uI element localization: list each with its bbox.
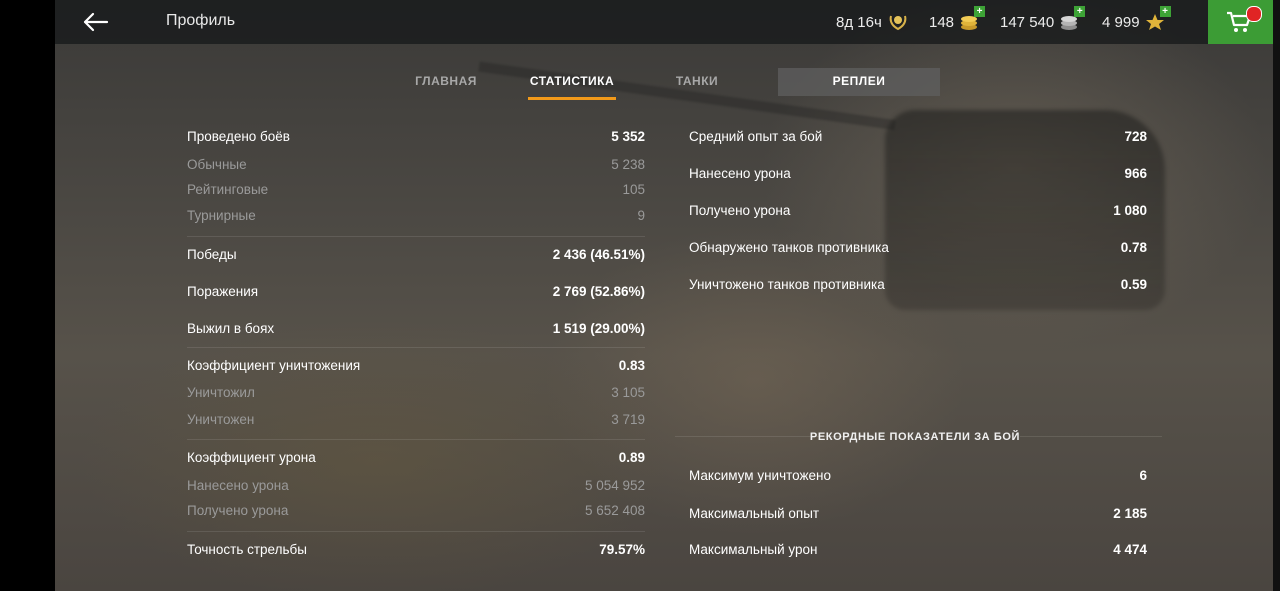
stat-label: Нанесено урона [187,478,289,493]
profile-screen: Профиль 8д 16ч 148 + 147 540 + 4 999 + Г… [55,0,1273,591]
stat-value: 5 054 952 [584,478,645,493]
tab-replays[interactable]: РЕПЛЕИ [778,68,940,96]
stat-value: 79.57% [599,542,645,557]
gold-coins-icon: + [959,6,986,32]
stat-value: 105 [622,182,645,197]
add-gold-plus-icon[interactable]: + [974,6,986,17]
tab-main[interactable]: ГЛАВНАЯ [407,68,485,96]
stat-value: 1 519 (29.00%) [552,321,645,336]
stat-label: Уничтожил [187,385,255,400]
stat-divider [187,531,645,532]
stat-value: 6 [1139,468,1147,483]
records-title: РЕКОРДНЫЕ ПОКАЗАТЕЛИ ЗА БОЙ [809,431,1021,443]
tab-statistics[interactable]: СТАТИСТИКА [528,68,616,100]
gold-balance[interactable]: 148 + [929,6,986,32]
credits-value: 147 540 [1000,13,1055,31]
stat-divider [187,236,645,237]
stat-label: Коэффициент уничтожения [187,358,361,373]
stat-label: Средний опыт за бой [689,129,823,144]
stat-label: Получено урона [187,503,289,518]
shop-button[interactable] [1208,0,1273,44]
stat-value: 0.78 [1120,240,1147,255]
stat-label: Максимум уничтожено [689,468,831,483]
stat-divider [187,347,645,348]
gift-badge-icon [1246,6,1262,22]
records-divider-left [675,436,850,437]
stat-label: Коэффициент урона [187,450,316,465]
stat-value: 966 [1124,166,1147,181]
stat-value: 5 652 408 [584,503,645,518]
left-black-bar [0,0,55,591]
gold-value: 148 [929,13,955,31]
right-edge-bar [1273,0,1280,591]
page-title: Профиль [166,12,236,29]
tab-tanks[interactable]: ТАНКИ [667,68,727,96]
stat-value: 3 105 [611,385,645,400]
stat-label: Поражения [187,284,259,299]
stat-label: Выжил в боях [187,321,275,336]
stat-label: Обычные [187,157,247,172]
stat-value: 1 080 [1113,203,1147,218]
stat-label: Уничтожено танков противника [689,277,885,292]
stat-label: Проведено боёв [187,129,290,144]
stat-label: Победы [187,247,237,262]
silver-coins-icon: + [1059,6,1086,32]
tab-active-underline [528,97,616,100]
free-xp-value: 4 999 [1102,13,1140,31]
stat-label: Рейтинговые [187,182,269,197]
stat-label: Максимальный урон [689,542,818,557]
stat-value: 3 719 [611,412,645,427]
stat-label: Точность стрельбы [187,542,307,557]
free-xp-balance[interactable]: 4 999 + [1102,6,1171,32]
stat-value: 2 769 (52.86%) [552,284,645,299]
stat-value: 4 474 [1113,542,1147,557]
premium-time[interactable]: 8д 16ч [836,12,909,32]
free-xp-star-icon: + [1145,6,1171,32]
stat-label: Обнаружено танков противника [689,240,889,255]
stat-label: Нанесено урона [689,166,791,181]
stat-value: 728 [1124,129,1147,144]
add-xp-plus-icon[interactable]: + [1159,6,1171,17]
arrow-left-icon [81,8,111,36]
stat-value: 2 185 [1113,506,1147,521]
stat-value: 5 352 [611,129,645,144]
stat-label: Получено урона [689,203,791,218]
profile-tabs: ГЛАВНАЯ СТАТИСТИКА ТАНКИ РЕПЛЕИ [55,68,1273,104]
stat-label: Максимальный опыт [689,506,820,521]
stat-label: Уничтожен [187,412,255,427]
stat-divider [187,439,645,440]
stat-value: 9 [637,208,645,223]
premium-time-value: 8д 16ч [836,13,882,31]
stat-value: 0.59 [1120,277,1147,292]
stat-value: 2 436 (46.51%) [552,247,645,262]
credits-balance[interactable]: 147 540 + [1000,6,1086,32]
stat-value: 0.89 [618,450,645,465]
top-bar: Профиль 8д 16ч 148 + 147 540 + 4 999 + [55,0,1273,44]
back-button[interactable] [81,8,111,36]
stat-value: 5 238 [611,157,645,172]
stat-label: Турнирные [187,208,256,223]
premium-laurel-icon [887,12,909,32]
tab-statistics-label: СТАТИСТИКА [529,74,615,88]
stat-value: 0.83 [618,358,645,373]
add-credits-plus-icon[interactable]: + [1074,6,1086,17]
records-divider-right [1020,436,1162,437]
